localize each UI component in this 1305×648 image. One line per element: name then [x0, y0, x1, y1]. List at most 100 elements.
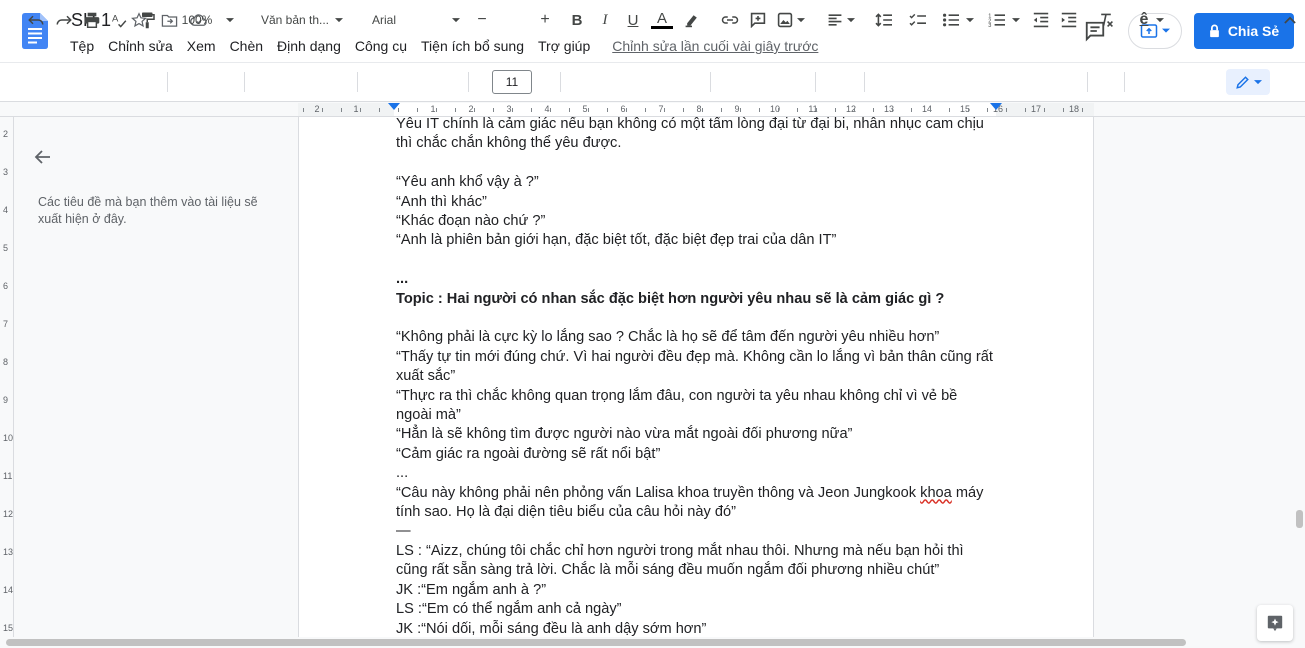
- ruler-tick: [512, 108, 513, 112]
- document-line[interactable]: ngoài mà”: [396, 406, 1006, 425]
- document-line[interactable]: “Thấy tự tin mới đúng chứ. Vì hai người …: [396, 348, 1006, 367]
- collapse-menus-icon[interactable]: [1280, 8, 1300, 32]
- document-line[interactable]: JK :“Em ngắm anh à ?”: [396, 581, 1006, 600]
- ruler-number: 9: [734, 104, 740, 114]
- undo-icon[interactable]: [24, 8, 48, 32]
- document-line[interactable]: “Hẳn là sẽ không tìm được người nào vừa …: [396, 425, 1006, 444]
- vruler-number: 15: [3, 623, 14, 633]
- left-indent-marker-icon[interactable]: [388, 103, 400, 112]
- document-line[interactable]: “Cảm giác ra ngoài đường sẽ rất nổi bật”: [396, 445, 1006, 464]
- chevron-down-icon: [1156, 17, 1165, 22]
- ruler-tick: [911, 108, 912, 112]
- document-line[interactable]: Topic : Hai người có nhan sắc đặc biệt h…: [396, 290, 1006, 309]
- right-indent-marker-icon[interactable]: [990, 103, 1002, 112]
- document-line[interactable]: “Câu này không phải nên phỏng vấn Lalisa…: [396, 484, 1006, 503]
- add-comment-icon[interactable]: [746, 8, 770, 32]
- ruler-tick: [379, 108, 380, 112]
- italic-button[interactable]: I: [594, 8, 616, 32]
- document-line[interactable]: [396, 309, 1006, 328]
- paragraph-style-select[interactable]: Văn bản th...: [254, 8, 350, 32]
- text-color-button[interactable]: A: [650, 8, 674, 32]
- document-line[interactable]: “Thực ra thì chắc không quan trọng lắm đ…: [396, 387, 1006, 406]
- ruler-tick: [531, 108, 532, 112]
- document-line[interactable]: LS : “Aizz, chúng tôi chắc chỉ hơn người…: [396, 542, 1006, 561]
- chevron-down-icon: [1012, 17, 1020, 22]
- numbered-list-button[interactable]: 123: [984, 8, 1024, 32]
- input-tools-button[interactable]: ê: [1132, 8, 1172, 32]
- checklist-icon[interactable]: [906, 8, 930, 32]
- redo-icon[interactable]: [52, 8, 76, 32]
- menu-tools[interactable]: Công cụ: [348, 36, 414, 56]
- menubar: Tệp Chỉnh sửa Xem Chèn Định dạng Công cụ…: [63, 36, 825, 56]
- document-line[interactable]: “Anh là phiên bản giới hạn, đặc biệt tốt…: [396, 231, 1006, 250]
- vruler-number: 6: [3, 281, 9, 291]
- font-size-input[interactable]: 11: [492, 70, 532, 94]
- menu-addons[interactable]: Tiện ích bổ sung: [414, 36, 531, 56]
- increase-indent-icon[interactable]: [1057, 8, 1081, 32]
- numbered-list-icon: 123: [988, 14, 1005, 28]
- vruler-number: 12: [3, 509, 14, 519]
- document-line[interactable]: JK :“Nói dối, mỗi sáng đều là anh dậy sớ…: [396, 620, 1006, 637]
- document-line[interactable]: “Không phải là cực kỳ lo lắng sao ? Chắc…: [396, 328, 1006, 347]
- document-line[interactable]: [396, 154, 1006, 173]
- link-icon[interactable]: [718, 8, 742, 32]
- document-line[interactable]: LS :“Em có thể ngắm anh cả ngày”: [396, 600, 1006, 619]
- bulleted-list-button[interactable]: [938, 8, 978, 32]
- document-line[interactable]: —: [396, 522, 1006, 541]
- menu-help[interactable]: Trợ giúp: [531, 36, 597, 56]
- document-line[interactable]: Yêu IT chính là cảm giác nếu bạn không c…: [396, 117, 1006, 134]
- menu-insert[interactable]: Chèn: [223, 36, 270, 56]
- menu-view[interactable]: Xem: [180, 36, 223, 56]
- move-folder-icon[interactable]: [160, 11, 178, 29]
- ruler-tick: [797, 108, 798, 112]
- bold-button[interactable]: B: [566, 8, 588, 32]
- document-page[interactable]: Yêu IT chính là cảm giác nếu bạn không c…: [298, 117, 1094, 637]
- document-line[interactable]: “Yêu anh khổ vậy à ?”: [396, 173, 1006, 192]
- vertical-scrollbar-thumb[interactable]: [1296, 510, 1303, 528]
- spellcheck-icon[interactable]: A: [108, 8, 132, 32]
- paint-format-icon[interactable]: [136, 8, 160, 32]
- underline-button[interactable]: U: [622, 8, 644, 32]
- decrease-font-size-button[interactable]: −: [472, 8, 492, 32]
- menu-format[interactable]: Định dạng: [270, 36, 348, 56]
- document-line[interactable]: [396, 251, 1006, 270]
- zoom-select[interactable]: 100%: [178, 8, 238, 32]
- menu-file[interactable]: Tệp: [63, 36, 101, 56]
- clear-formatting-icon[interactable]: [1094, 8, 1118, 32]
- highlight-icon[interactable]: [680, 8, 704, 32]
- ruler-tick: [873, 108, 874, 112]
- horizontal-scrollbar-thumb[interactable]: [6, 639, 1186, 646]
- increase-font-size-button[interactable]: +: [534, 8, 556, 32]
- line-spacing-icon[interactable]: [872, 8, 896, 32]
- text-color-glyph: A: [656, 10, 667, 27]
- explore-icon: [1267, 615, 1283, 632]
- font-select[interactable]: Arial: [368, 8, 464, 32]
- document-line[interactable]: ...: [396, 464, 1006, 483]
- document-line[interactable]: ...: [396, 270, 1006, 289]
- text-color-swatch: [651, 26, 673, 29]
- editing-mode-button[interactable]: [1226, 69, 1270, 95]
- ruler-tick: [759, 108, 760, 112]
- ruler-number: 5: [582, 104, 588, 114]
- decrease-indent-icon[interactable]: [1029, 8, 1053, 32]
- print-icon[interactable]: [80, 8, 104, 32]
- last-edit-link[interactable]: Chỉnh sửa lần cuối vài giây trước: [605, 36, 825, 56]
- document-line[interactable]: “Anh thì khác”: [396, 193, 1006, 212]
- lock-icon: [1209, 24, 1219, 38]
- ruler-tick: [626, 108, 627, 112]
- menu-edit[interactable]: Chỉnh sửa: [101, 36, 180, 56]
- spelling-error-word[interactable]: khoa: [920, 485, 952, 501]
- share-button[interactable]: Chia Sẻ: [1194, 13, 1294, 49]
- document-line[interactable]: tính sao. Họ là đại diện tiêu biểu của c…: [396, 503, 1006, 522]
- ruler-tick: [987, 108, 988, 112]
- insert-image-button[interactable]: [774, 8, 808, 32]
- document-line[interactable]: cũng rất sẵn sàng trả lời. Chắc là mỗi s…: [396, 561, 1006, 580]
- vruler-number: 13: [3, 547, 14, 557]
- back-arrow-icon[interactable]: [33, 147, 53, 167]
- align-button[interactable]: [824, 8, 858, 32]
- document-body[interactable]: Yêu IT chính là cảm giác nếu bạn không c…: [396, 117, 1006, 637]
- document-line[interactable]: “Khác đoạn nào chứ ?”: [396, 212, 1006, 231]
- document-line[interactable]: thì chắc chắn không thể yêu được.: [396, 134, 1006, 153]
- explore-button[interactable]: [1257, 605, 1293, 641]
- document-line[interactable]: xuất sắc”: [396, 367, 1006, 386]
